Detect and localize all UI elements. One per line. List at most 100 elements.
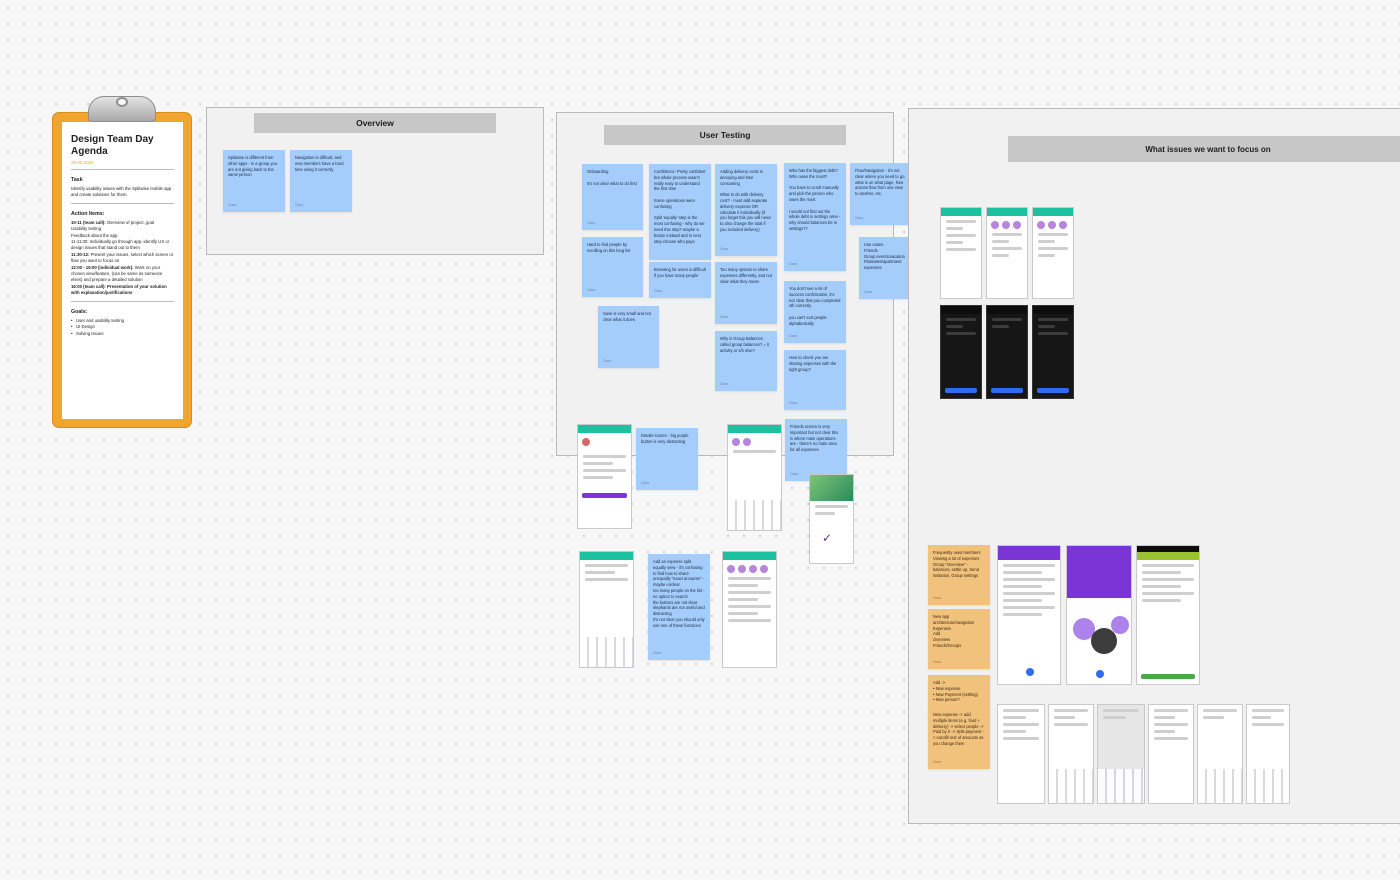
placeholder-row <box>583 469 626 472</box>
sticky-text: Friends screen is very important but not… <box>790 424 839 453</box>
sticky-note[interactable]: Why is Group Balances called group balan… <box>715 331 777 391</box>
sticky-note[interactable]: Details screen - big purple button is ve… <box>636 428 698 490</box>
bubble-chart <box>1067 608 1131 668</box>
sticky-note[interactable]: Who has the biggest debt? Who owes the m… <box>784 163 846 271</box>
sticky-author: Clara <box>864 290 873 295</box>
avatar-row <box>727 565 772 573</box>
app-screenshot-confirmation[interactable]: ✓ <box>809 474 854 564</box>
placeholder-row <box>1038 247 1068 250</box>
app-screenshot-payment[interactable] <box>727 424 782 531</box>
sticky-author: Clara <box>587 221 596 226</box>
illustration <box>810 475 853 501</box>
sticky-author: Clara <box>789 334 798 339</box>
placeholder-row <box>1038 332 1068 335</box>
wireframe-screen[interactable] <box>1246 704 1290 804</box>
wireframe-screen[interactable] <box>1097 704 1145 804</box>
sticky-note[interactable]: Frequently used members Viewing a lot of… <box>928 545 990 605</box>
sticky-note[interactable]: Too many options to share expenses diffe… <box>715 262 777 324</box>
placeholder-row <box>1003 716 1026 719</box>
redesign-screen-bubbles[interactable] <box>1066 545 1132 685</box>
keypad <box>1098 769 1144 803</box>
placeholder-row <box>1142 564 1194 567</box>
wireframe-screen[interactable] <box>1197 704 1243 804</box>
primary-button <box>1037 388 1069 393</box>
sticky-note[interactable]: New app architecture/navigation Expenses… <box>928 609 990 669</box>
agenda-date: 28.05.2021 <box>71 160 94 165</box>
wireframe-screen[interactable] <box>1148 704 1194 804</box>
placeholder-row <box>1003 613 1042 616</box>
app-screenshot-dark-3[interactable] <box>1032 305 1074 399</box>
sticky-author: Clara <box>790 472 799 477</box>
sticky-text: Hard to find people by scrolling on this… <box>587 242 631 253</box>
wireframe-screen[interactable] <box>997 704 1045 804</box>
redesign-screen-lime[interactable] <box>1136 545 1200 685</box>
app-screenshot-groups[interactable] <box>986 207 1028 299</box>
redesign-screen-purple-list[interactable] <box>997 545 1061 685</box>
app-screenshot-details[interactable] <box>577 424 632 529</box>
app-subheader-bar <box>1137 552 1199 560</box>
agenda-paper[interactable]: Design Team Day Agenda 28.05.2021 Task I… <box>62 122 183 419</box>
sticky-note[interactable]: Browsing for users is difficult if you h… <box>649 262 711 298</box>
app-screenshot-friends[interactable] <box>940 207 982 299</box>
sticky-note[interactable]: Flow/Navigation - it's not clear where y… <box>850 163 912 225</box>
placeholder-row <box>1103 716 1126 719</box>
placeholder-row <box>992 254 1009 257</box>
placeholder-row <box>728 584 758 587</box>
avatar <box>582 438 590 446</box>
placeholder-row <box>946 318 976 321</box>
goal-item: Solving issues <box>71 331 174 338</box>
app-screenshot-dark-1[interactable] <box>940 305 982 399</box>
sticky-text: Add -> • New expense • New Payment (sett… <box>933 680 978 703</box>
placeholder-row <box>992 318 1022 321</box>
action-items-list: 10-11 (team call): Overview of project, … <box>71 220 174 297</box>
sticky-note[interactable]: New expense -> add multiple items (e.g. … <box>928 707 990 769</box>
sticky-note[interactable]: You don't see a lot of success confirmat… <box>784 281 846 343</box>
sticky-note[interactable]: Navigation is difficult, and new members… <box>290 150 352 212</box>
placeholder-row <box>1154 716 1175 719</box>
placeholder-row <box>1252 716 1271 719</box>
placeholder-row <box>1142 578 1194 581</box>
app-screenshot-split-list[interactable] <box>722 551 777 668</box>
wireframe-screen[interactable] <box>1048 704 1094 804</box>
sticky-author: Clara <box>654 289 663 294</box>
sticky-text: Details screen - big purple button is ve… <box>641 433 689 444</box>
app-header-bar <box>578 425 631 433</box>
avatar-row <box>1037 221 1069 229</box>
sticky-author: Clara <box>720 315 729 320</box>
placeholder-row <box>1203 716 1224 719</box>
app-header-bar <box>723 552 776 560</box>
sticky-text: Too many options to share expenses diffe… <box>720 267 772 284</box>
sticky-note[interactable]: Save is very small and not clear what it… <box>598 306 659 368</box>
placeholder-row <box>1142 571 1181 574</box>
primary-button <box>945 388 977 393</box>
keypad <box>1198 769 1242 803</box>
placeholder-row <box>1003 737 1039 740</box>
app-screenshot-dark-2[interactable] <box>986 305 1028 399</box>
placeholder-row <box>585 578 628 581</box>
placeholder-row <box>1054 723 1088 726</box>
sticky-note[interactable]: How to check you are sharing expenses wi… <box>784 350 846 410</box>
sticky-note[interactable]: Splitwise is different from other apps -… <box>223 150 285 212</box>
action-item: 11:30-12: Present your issues, select wh… <box>71 251 174 264</box>
placeholder-row <box>585 564 628 567</box>
sticky-note[interactable]: Onboarding It's not clear what to do fir… <box>582 164 643 230</box>
placeholder-row <box>946 220 976 223</box>
placeholder-row <box>815 505 848 508</box>
app-header-bar <box>580 552 633 560</box>
goals-list: User and usability testing UI Design Sol… <box>71 318 174 338</box>
placeholder-row <box>1154 723 1188 726</box>
sticky-note[interactable]: Adding delivery costs is annoying and ti… <box>715 164 777 256</box>
app-screenshot-add-expense[interactable] <box>579 551 634 668</box>
app-screenshot-members[interactable] <box>1032 207 1074 299</box>
sticky-note[interactable]: Hard to find people by scrolling on this… <box>582 237 643 297</box>
sticky-note[interactable]: Add an expense split equally view - it's… <box>648 554 710 660</box>
sticky-text: Save is very small and not clear what it… <box>603 311 651 322</box>
placeholder-row <box>728 598 758 601</box>
sticky-note[interactable]: Confidence: Pretty confident but whole p… <box>649 164 711 260</box>
placeholder-row <box>1252 723 1284 726</box>
placeholder-row <box>1154 709 1188 712</box>
placeholder-row <box>1038 325 1055 328</box>
placeholder-row <box>946 227 963 230</box>
placeholder-row <box>1142 599 1181 602</box>
sticky-note[interactable]: Friends screen is very important but not… <box>785 419 847 481</box>
